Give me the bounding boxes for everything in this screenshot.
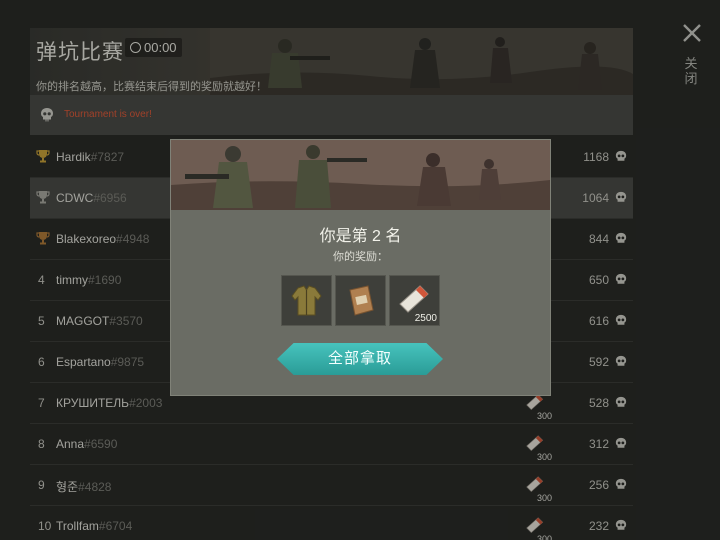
reward-slot-supply-bag[interactable] — [335, 275, 386, 326]
claim-all-button[interactable]: 全部拿取 — [277, 343, 443, 375]
jacket-icon — [291, 285, 322, 316]
placement-text: 你是第 2 名 — [319, 228, 402, 245]
reward-qty: 2500 — [414, 313, 437, 324]
reward-slot-jacket[interactable] — [281, 275, 332, 326]
reward-modal: 你是第 2 名 你的奖励： 2500 全部拿取 — [170, 139, 551, 396]
rewards-label: 你的奖励： — [333, 251, 388, 263]
reward-slot-ticket[interactable]: 2500 — [389, 275, 440, 326]
modal-banner-art — [171, 140, 550, 210]
supply-bag-icon — [349, 285, 374, 316]
